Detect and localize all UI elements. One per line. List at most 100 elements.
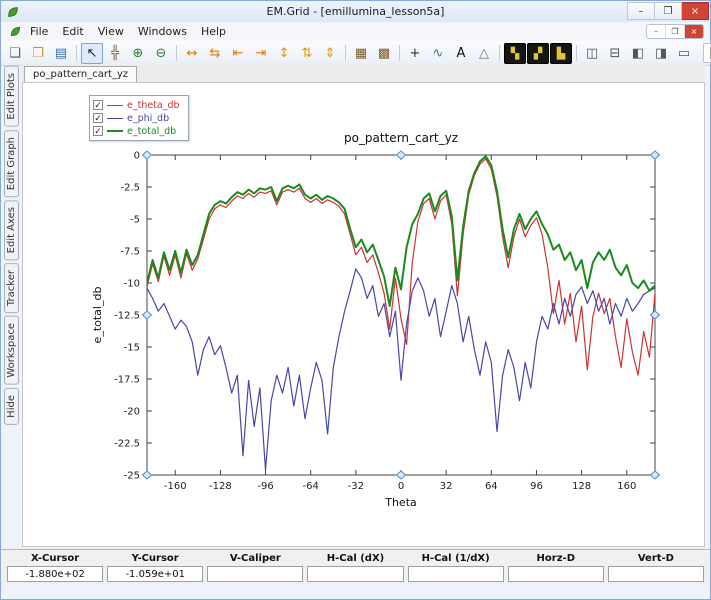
select-pointer-icon[interactable]: ↖ (81, 43, 103, 64)
edit-axes-icon[interactable]: ∿ (427, 43, 449, 64)
legend-checkbox[interactable]: ✓ (93, 113, 103, 123)
status-col-x-cursor: X-Cursor-1.880e+02 (7, 553, 103, 586)
sidebar-tab-edit-axes[interactable]: Edit Axes (4, 200, 19, 260)
menu-file[interactable]: File (23, 24, 55, 39)
sidebar-tab-edit-plots[interactable]: Edit Plots (4, 66, 19, 127)
add-text-icon[interactable]: A (450, 43, 472, 64)
color-swatch-icon[interactable]: ▭ (673, 43, 695, 64)
scroll-up-down-icon[interactable]: ⇅ (296, 43, 318, 64)
sidebar-tab-hide[interactable]: Hide (4, 388, 19, 425)
status-col-vert-d: Vert-D (608, 553, 704, 586)
document-tab[interactable]: po_pattern_cart_yz (24, 66, 137, 82)
legend-label: e_total_db (127, 126, 176, 137)
status-col-horz-d: Horz-D (508, 553, 604, 586)
graph-page[interactable]: ✓e_theta_db✓e_phi_db✓e_total_db -160-128… (22, 82, 705, 547)
menu-edit[interactable]: Edit (55, 24, 90, 39)
sidebar-tab-tracker[interactable]: Tracker (4, 263, 19, 313)
window-controls: – ❐ × (627, 2, 709, 20)
legend-item-e_phi_db[interactable]: ✓e_phi_db (93, 112, 180, 124)
y-tick-label: -10 (124, 279, 140, 290)
status-header: H-Cal (dX) (307, 553, 403, 564)
status-header: H-Cal (1/dX) (408, 553, 504, 564)
sidebar-tab-workspace[interactable]: Workspace (4, 316, 19, 385)
legend-checkbox[interactable]: ✓ (93, 126, 103, 136)
new-file-icon[interactable]: ❏ (4, 43, 26, 64)
x-tick-label: -96 (257, 481, 273, 492)
x-tick-label: 160 (617, 481, 636, 492)
legend-line-sample (107, 130, 123, 132)
vertical-caliper-icon[interactable]: ◫ (581, 43, 603, 64)
contour-map-icon[interactable]: ▙ (550, 43, 572, 64)
legend-item-e_theta_db[interactable]: ✓ e_theta_db (93, 99, 180, 111)
x-tick-label: 128 (572, 481, 591, 492)
minimize-button[interactable]: – (627, 2, 655, 20)
open-folder-icon[interactable]: ❐ (27, 43, 49, 64)
add-trace-icon[interactable]: + (404, 43, 426, 64)
status-value (408, 566, 504, 582)
child-restore-button[interactable]: ❐ (665, 25, 684, 38)
status-bar: X-Cursor-1.880e+02Y-Cursor-1.059e+01V-Ca… (1, 549, 710, 586)
zoom-in-icon[interactable]: ⊕ (127, 43, 149, 64)
x-tick-label: -32 (348, 481, 364, 492)
sidebar-tab-edit-graph[interactable]: Edit Graph (4, 130, 19, 197)
goto-start-icon[interactable]: ⇤ (227, 43, 249, 64)
y-tick-label: -15 (124, 343, 140, 354)
expand-horizontal-icon[interactable]: ↔ (181, 43, 203, 64)
document-tabstrip: po_pattern_cart_yz (22, 65, 705, 83)
menu-view[interactable]: View (91, 24, 131, 39)
menu-help[interactable]: Help (194, 24, 233, 39)
expand-vertical-icon[interactable]: ↕ (273, 43, 295, 64)
legend-checkbox[interactable]: ✓ (93, 100, 103, 110)
menu-bar-items: FileEditViewWindowsHelp (23, 24, 233, 39)
fit-vertical-icon[interactable]: ⇕ (319, 43, 341, 64)
status-col-v-caliper: V-Caliper (207, 553, 303, 586)
toolbar-separator (499, 45, 500, 61)
chart-wrap: -160-128-96-64-3203264961281600-2.5-5-7.… (73, 125, 673, 525)
document-icon (7, 24, 23, 40)
toolbar: ❏❐▤ ↖╬⊕⊖ ↔⇆⇤⇥↕⇅⇕ ▦▩ +∿A△ ▚▞▙ ◫⊟◧◨▭ Layout ▾ (1, 41, 710, 66)
y-tick-label: -25 (124, 471, 140, 482)
waterfall-map-icon[interactable]: ▞ (527, 43, 549, 64)
cursor-right-icon[interactable]: ◨ (650, 43, 672, 64)
toolbar-separator (576, 45, 577, 61)
add-marker-icon[interactable]: △ (473, 43, 495, 64)
y-tick-label: -2.5 (120, 183, 140, 194)
legend-line-sample (107, 118, 123, 119)
toolbar-separator (399, 45, 400, 61)
status-header: V-Caliper (207, 553, 303, 564)
overlay-plots-icon[interactable]: ▩ (373, 43, 395, 64)
horizontal-caliper-icon[interactable]: ⊟ (604, 43, 626, 64)
content-area: po_pattern_cart_yz ✓e_theta_db✓e_phi_db✓… (22, 65, 705, 547)
child-close-button[interactable]: × (684, 25, 703, 38)
y-tick-label: -22.5 (114, 439, 140, 450)
x-tick-label: 0 (398, 481, 404, 492)
pan-hand-icon[interactable]: ╬ (104, 43, 126, 64)
goto-end-icon[interactable]: ⇥ (250, 43, 272, 64)
tile-plots-icon[interactable]: ▦ (350, 43, 372, 64)
title-bar[interactable]: EM.Grid - [emillumina_lesson5a] – ❐ × (1, 1, 710, 22)
legend-item-e_total_db[interactable]: ✓ e_total_db (93, 125, 180, 137)
save-icon[interactable]: ▤ (50, 43, 72, 64)
zoom-out-icon[interactable]: ⊖ (150, 43, 172, 64)
mdi-child-controls: –❐× (646, 24, 704, 39)
menu-windows[interactable]: Windows (131, 24, 194, 39)
y-tick-label: -12.5 (114, 311, 140, 322)
x-axis-label: Theta (384, 496, 417, 509)
status-value: -1.880e+02 (7, 566, 103, 582)
scroll-left-right-icon[interactable]: ⇆ (204, 43, 226, 64)
y-tick-label: -7.5 (120, 247, 140, 258)
close-button[interactable]: × (682, 2, 709, 20)
child-minimize-button[interactable]: – (647, 25, 665, 38)
maximize-button[interactable]: ❐ (655, 2, 682, 20)
toolbar-separator (345, 45, 346, 61)
intensity-map-icon[interactable]: ▚ (504, 43, 526, 64)
x-tick-label: 32 (440, 481, 453, 492)
status-header: Horz-D (508, 553, 604, 564)
chart-canvas[interactable]: -160-128-96-64-3203264961281600-2.5-5-7.… (73, 125, 673, 525)
toolbar-separator (176, 45, 177, 61)
x-tick-label: -64 (303, 481, 319, 492)
layout-dropdown[interactable]: Layout ▾ (703, 43, 711, 63)
legend-label: e_theta_db (127, 100, 180, 111)
y-axis-label: e_total_db (91, 287, 104, 344)
cursor-left-icon[interactable]: ◧ (627, 43, 649, 64)
